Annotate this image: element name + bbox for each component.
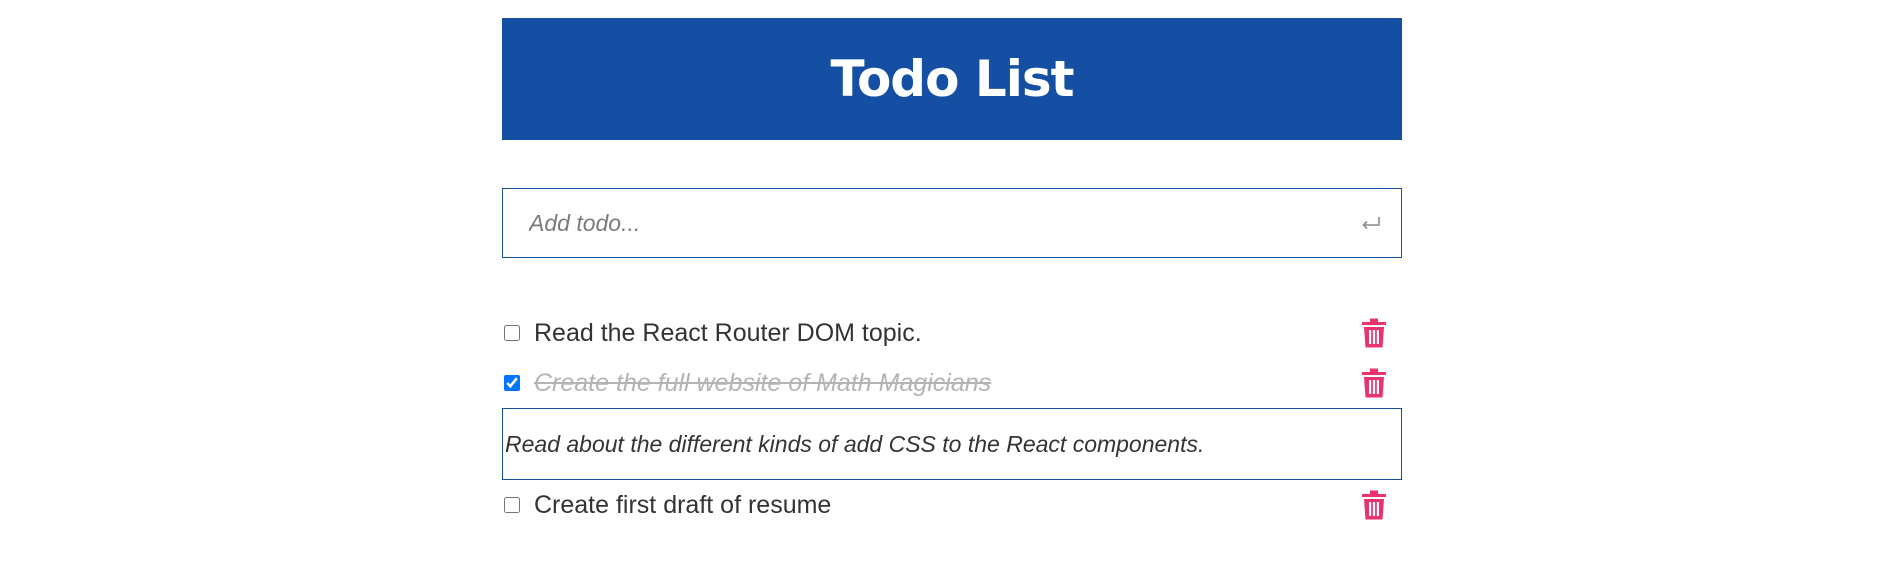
todo-list: Read the React Router DOM topic. Create … bbox=[502, 308, 1402, 530]
todo-item: Create the full website of Math Magician… bbox=[502, 358, 1402, 408]
todo-checkbox[interactable] bbox=[504, 375, 520, 391]
trash-icon[interactable] bbox=[1360, 318, 1388, 348]
todo-label[interactable]: Create the full website of Math Magician… bbox=[534, 369, 991, 398]
todo-app: Todo List Read the React Router DOM topi… bbox=[502, 18, 1402, 546]
todo-edit-input[interactable] bbox=[503, 430, 1401, 458]
todo-edit-field-row bbox=[502, 408, 1402, 480]
todo-item: Read the React Router DOM topic. bbox=[502, 308, 1402, 358]
enter-return-icon bbox=[1362, 217, 1380, 230]
trash-icon[interactable] bbox=[1360, 368, 1388, 398]
trash-icon[interactable] bbox=[1360, 490, 1388, 520]
todo-checkbox[interactable] bbox=[504, 325, 520, 341]
todo-item: Create first draft of resume bbox=[502, 480, 1402, 530]
page-title: Todo List bbox=[830, 50, 1074, 108]
todo-label[interactable]: Create first draft of resume bbox=[534, 491, 831, 520]
todo-checkbox[interactable] bbox=[504, 497, 520, 513]
app-header: Todo List bbox=[502, 18, 1402, 140]
add-todo-form bbox=[502, 188, 1402, 258]
add-todo-input[interactable] bbox=[503, 189, 1341, 257]
add-todo-button[interactable] bbox=[1341, 189, 1401, 257]
todo-label[interactable]: Read the React Router DOM topic. bbox=[534, 319, 922, 348]
